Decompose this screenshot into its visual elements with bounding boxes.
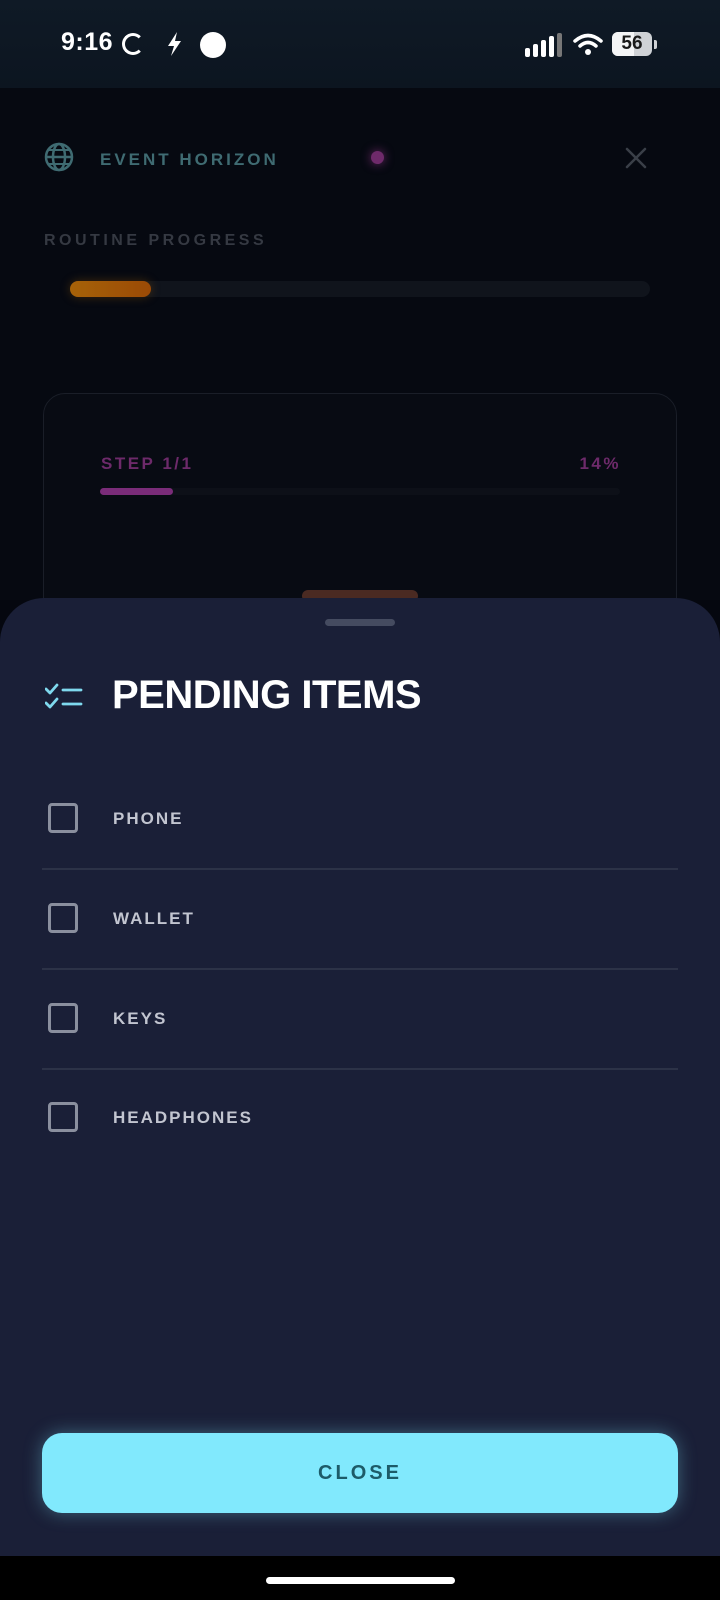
sheet-drag-handle[interactable] <box>325 619 395 626</box>
notification-dot-icon <box>200 32 226 58</box>
home-indicator[interactable] <box>266 1577 455 1584</box>
routine-progress-label: ROUTINE PROGRESS <box>44 232 268 249</box>
checkbox-icon[interactable] <box>48 903 78 933</box>
checklist-icon <box>45 683 83 709</box>
app-title: EVENT HORIZON <box>100 150 279 169</box>
status-bar: 9:16 56 <box>0 0 720 88</box>
checkbox-icon[interactable] <box>48 1003 78 1033</box>
step-progress-bar <box>100 488 620 495</box>
list-item-phone[interactable]: PHONE <box>42 803 678 902</box>
divider <box>42 968 678 970</box>
item-label: KEYS <box>113 1009 168 1028</box>
divider <box>42 868 678 870</box>
step-progress-fill <box>100 488 173 495</box>
close-icon[interactable] <box>624 146 648 170</box>
loading-ring-icon <box>122 33 144 55</box>
close-button[interactable]: CLOSE <box>42 1433 678 1513</box>
checkbox-icon[interactable] <box>48 1102 78 1132</box>
battery-icon: 56 <box>612 32 658 58</box>
sheet-title: PENDING ITEMS <box>112 673 422 717</box>
item-label: HEADPHONES <box>113 1108 253 1127</box>
step-label: STEP 1/1 <box>101 454 194 473</box>
status-time: 9:16 <box>61 28 114 56</box>
item-label: PHONE <box>113 809 184 828</box>
battery-level: 56 <box>621 33 643 54</box>
wifi-icon <box>573 33 603 55</box>
signal-icon <box>525 33 562 57</box>
list-item-wallet[interactable]: WALLET <box>42 903 678 1002</box>
status-dot <box>371 151 384 164</box>
list-item-keys[interactable]: KEYS <box>42 1003 678 1102</box>
routine-progress-fill <box>70 281 152 297</box>
divider <box>42 1068 678 1070</box>
step-percent: 14% <box>579 454 621 473</box>
checkbox-icon[interactable] <box>48 803 78 833</box>
item-label: WALLET <box>113 909 195 928</box>
globe-icon <box>44 142 74 172</box>
bolt-icon <box>168 32 181 56</box>
routine-progress-bar <box>70 281 650 297</box>
list-item-headphones[interactable]: HEADPHONES <box>42 1102 678 1201</box>
